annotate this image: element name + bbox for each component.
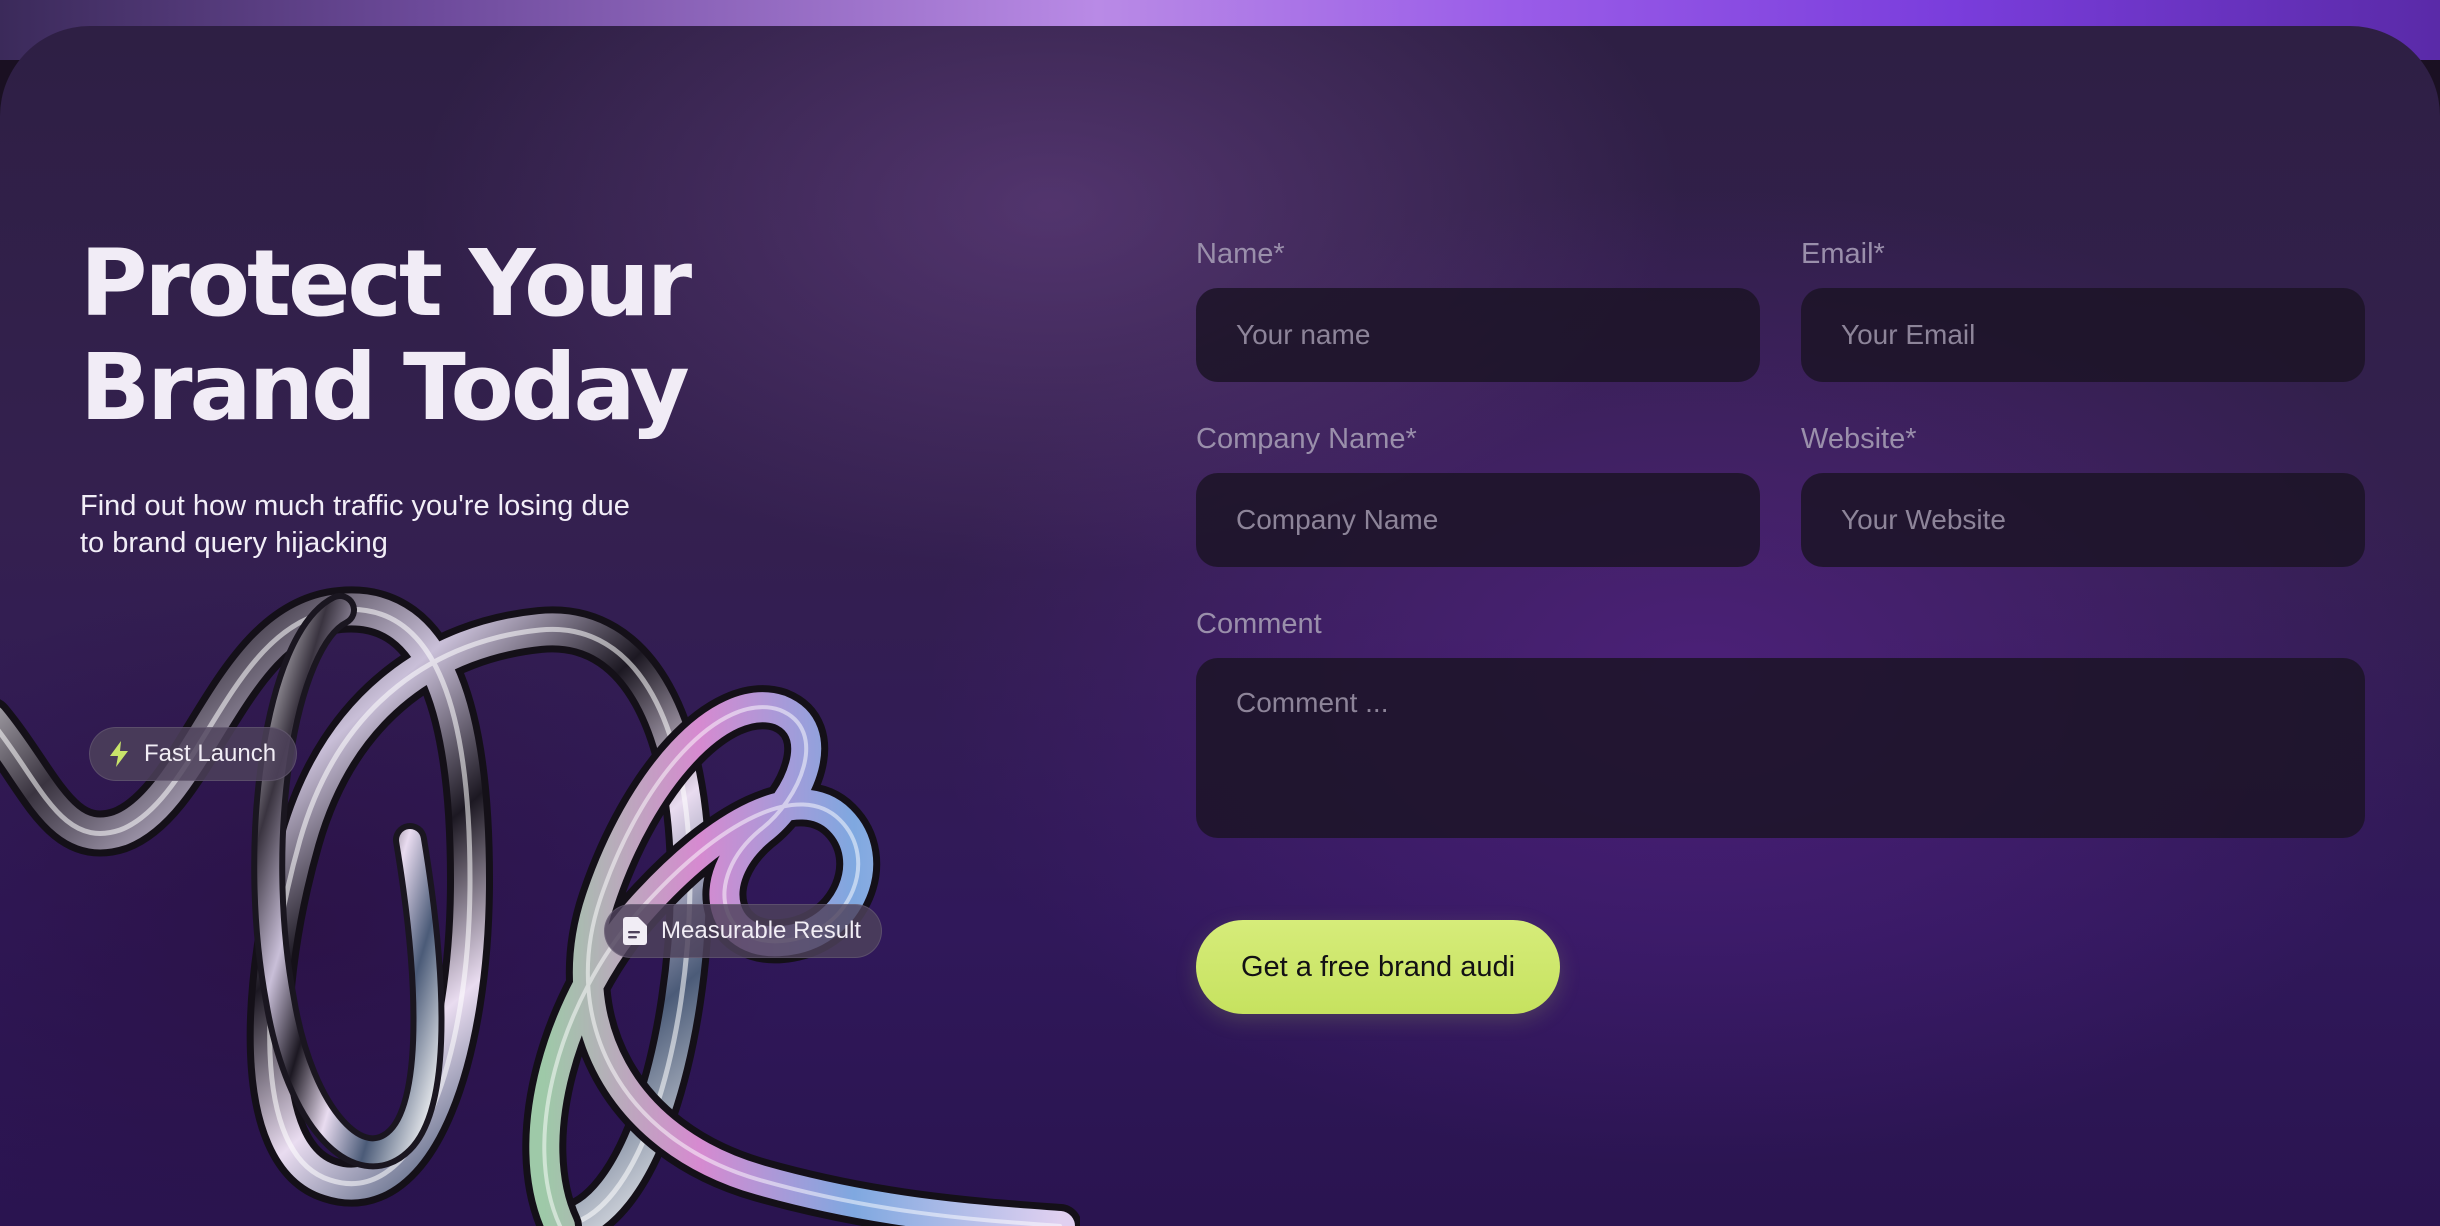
page-subtitle: Find out how much traffic you're losing … xyxy=(80,490,630,559)
email-input[interactable] xyxy=(1801,288,2365,382)
website-label: Website* xyxy=(1801,423,1917,455)
company-name-input[interactable] xyxy=(1196,473,1760,567)
document-icon xyxy=(623,917,647,945)
measurable-result-badge: Measurable Result xyxy=(604,904,883,958)
fast-launch-badge: Fast Launch xyxy=(89,727,298,781)
name-label: Name* xyxy=(1196,238,1285,270)
comment-textarea[interactable] xyxy=(1196,658,2365,838)
email-label: Email* xyxy=(1801,238,1885,270)
company-name-label: Company Name* xyxy=(1196,423,1417,455)
comment-label: Comment xyxy=(1196,608,1322,640)
website-input[interactable] xyxy=(1801,473,2365,567)
lightning-bolt-icon xyxy=(110,741,128,767)
name-input[interactable] xyxy=(1196,288,1760,382)
fast-launch-label: Fast Launch xyxy=(144,740,277,767)
chrome-loop-illustration xyxy=(0,586,1080,1226)
page-title: Protect Your Brand Today xyxy=(80,230,692,441)
measurable-result-label: Measurable Result xyxy=(661,917,862,944)
get-free-brand-audit-button[interactable]: Get a free brand audi xyxy=(1196,920,1560,1014)
